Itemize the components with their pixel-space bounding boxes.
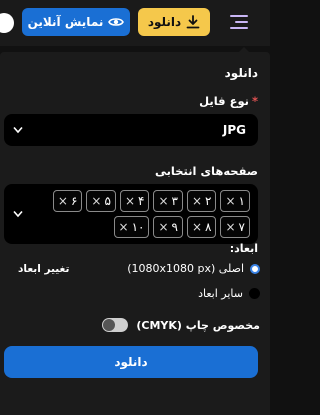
radio-original[interactable] bbox=[250, 263, 260, 274]
page-chip-label: ۲ bbox=[205, 194, 212, 208]
remove-chip-icon[interactable]: × bbox=[192, 220, 202, 234]
file-type-select[interactable]: JPG bbox=[4, 114, 258, 146]
theme-toggle[interactable] bbox=[0, 13, 14, 33]
dimension-other-option[interactable]: سایر ابعاد bbox=[198, 287, 260, 300]
toggle-knob bbox=[103, 319, 116, 331]
chevron-down-icon bbox=[13, 126, 23, 134]
panel-title: دانلود bbox=[224, 66, 258, 80]
remove-chip-icon[interactable]: × bbox=[192, 194, 202, 208]
remove-chip-icon[interactable]: × bbox=[225, 194, 235, 208]
page-chip-label: ۴ bbox=[138, 194, 145, 208]
pages-label: صفحه‌های انتخابی bbox=[154, 164, 258, 178]
chevron-down-icon bbox=[13, 210, 23, 218]
live-preview-label: نمایش آنلاین bbox=[27, 15, 104, 29]
page-chip-label: ۹ bbox=[171, 220, 178, 234]
page-chip[interactable]: ۱۰ × bbox=[113, 216, 150, 238]
remove-chip-icon[interactable]: × bbox=[158, 220, 168, 234]
page-chip-label: ۵ bbox=[104, 194, 111, 208]
remove-chip-icon[interactable]: × bbox=[225, 220, 235, 234]
top-bar: نمایش آنلاین دانلود bbox=[0, 0, 270, 46]
menu-icon[interactable] bbox=[230, 12, 252, 32]
required-mark: * bbox=[251, 94, 258, 108]
remove-chip-icon[interactable]: × bbox=[125, 194, 135, 208]
page-chip-label: ۸ bbox=[205, 220, 212, 234]
dimension-original-option[interactable]: اصلی (1080x1080 px) bbox=[127, 262, 260, 275]
page-chip[interactable]: ۸ × bbox=[186, 216, 217, 238]
file-type-label: *نوع فایل bbox=[199, 94, 258, 108]
page-chip-label: ۱۰ bbox=[131, 220, 145, 234]
page-chip[interactable]: ۱ × bbox=[220, 190, 250, 212]
page-chips: ۱ × ۲ × ۳ × ۴ × ۵ × ۶ × ۷ × ۸ × ۹ × ۱۰ × bbox=[28, 190, 250, 238]
page-chip[interactable]: ۵ × bbox=[86, 190, 116, 212]
dimension-other-label: سایر ابعاد bbox=[198, 287, 243, 300]
page-chip-label: ۱ bbox=[238, 194, 245, 208]
print-cmyk-toggle[interactable] bbox=[102, 318, 129, 332]
download-panel: دانلود *نوع فایل JPG صفحه‌های انتخابی ۱ ×… bbox=[0, 52, 270, 415]
page-chip-label: ۳ bbox=[171, 194, 178, 208]
page-chip[interactable]: ۳ × bbox=[153, 190, 183, 212]
page-chip[interactable]: ۲ × bbox=[186, 190, 217, 212]
page-chip[interactable]: ۹ × bbox=[153, 216, 183, 238]
dimension-original-label: اصلی (1080x1080 px) bbox=[127, 262, 244, 275]
file-type-value: JPG bbox=[222, 123, 246, 137]
print-cmyk-label: مخصوص چاپ (CMYK) bbox=[136, 318, 260, 332]
download-submit-button[interactable]: دانلود bbox=[4, 346, 258, 378]
page-chip[interactable]: ۴ × bbox=[119, 190, 150, 212]
radio-other[interactable] bbox=[249, 288, 260, 299]
remove-chip-icon[interactable]: × bbox=[158, 194, 168, 208]
resize-label[interactable]: تغییر ابعاد bbox=[18, 263, 69, 275]
remove-chip-icon[interactable]: × bbox=[119, 220, 129, 234]
download-top-label: دانلود bbox=[147, 15, 182, 29]
dimensions-label: ابعاد: bbox=[229, 242, 258, 255]
page-chip[interactable]: ۷ × bbox=[220, 216, 250, 238]
eye-icon bbox=[108, 18, 125, 26]
download-button-top[interactable]: دانلود bbox=[138, 8, 210, 36]
page-chip[interactable]: ۶ × bbox=[52, 190, 83, 212]
page-chip-label: ۷ bbox=[238, 220, 245, 234]
download-icon bbox=[186, 15, 200, 29]
pages-multiselect[interactable]: ۱ × ۲ × ۳ × ۴ × ۵ × ۶ × ۷ × ۸ × ۹ × ۱۰ × bbox=[4, 184, 258, 244]
print-cmyk-row: مخصوص چاپ (CMYK) bbox=[102, 318, 260, 332]
remove-chip-icon[interactable]: × bbox=[91, 194, 101, 208]
live-preview-button[interactable]: نمایش آنلاین bbox=[22, 8, 130, 36]
remove-chip-icon[interactable]: × bbox=[58, 194, 68, 208]
page-chip-label: ۶ bbox=[70, 194, 78, 208]
